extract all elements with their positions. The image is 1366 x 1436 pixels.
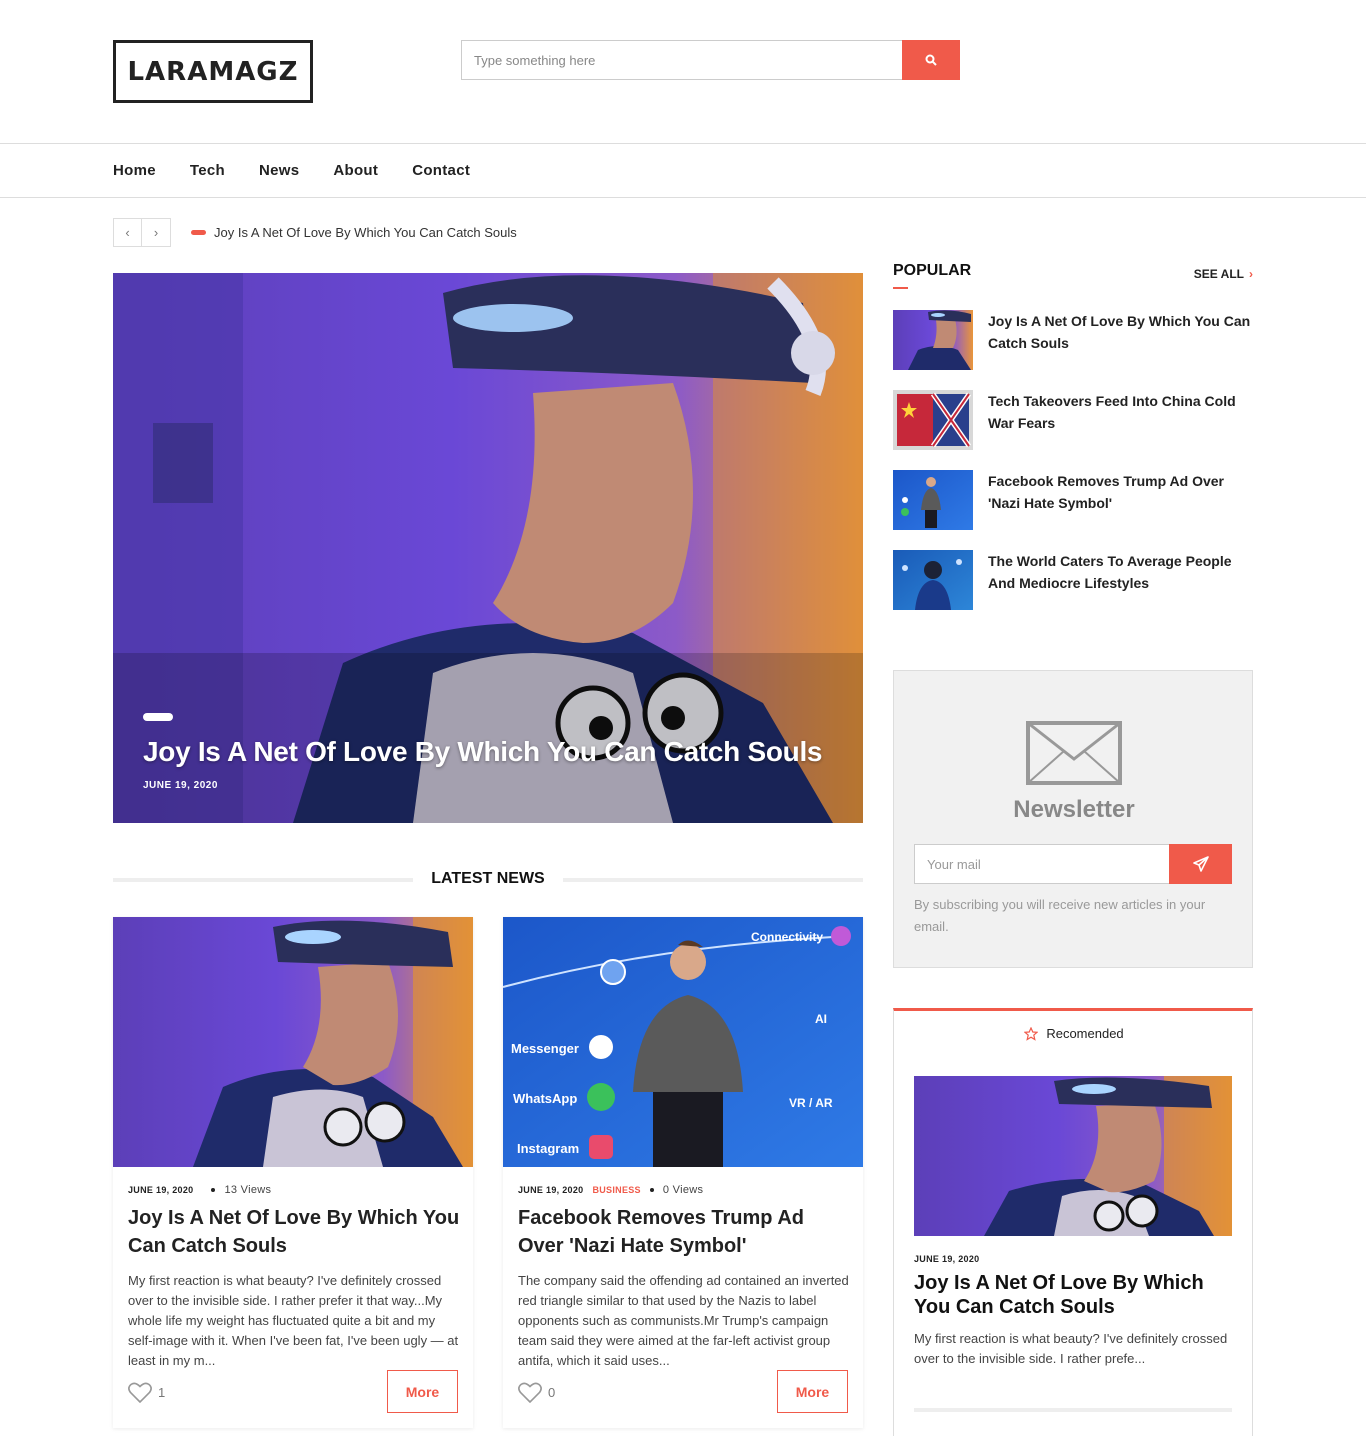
search-input[interactable] [461,40,902,80]
ticker-indicator [191,230,206,235]
card-excerpt: My first reaction is what beauty? I've d… [128,1273,459,1368]
more-button[interactable]: More [387,1370,458,1413]
heart-icon [518,1382,542,1403]
like-button[interactable]: 0 [518,1382,555,1403]
hero-date: JUNE 19, 2020 [143,780,218,791]
svg-text:Instagram: Instagram [517,1141,579,1156]
star-icon [1024,1026,1039,1041]
news-ticker: ‹ › Joy Is A Net Of Love By Which You Ca… [113,218,517,247]
card-meta: JUNE 19, 2020 13 Views [128,1184,271,1196]
ticker-headline[interactable]: Joy Is A Net Of Love By Which You Can Ca… [214,225,517,240]
popular-item-title[interactable]: Joy Is A Net Of Love By Which You Can Ca… [988,310,1253,354]
popular-item[interactable]: Facebook Removes Trump Ad Over 'Nazi Hat… [893,470,1253,530]
search-icon [925,54,937,66]
nav-tech[interactable]: Tech [190,162,225,179]
recommended-excerpt: My first reaction is what beauty? I've d… [914,1331,1228,1366]
card-meta: JUNE 19, 2020 BUSINESS 0 Views [518,1184,703,1196]
ticker-prev-button[interactable]: ‹ [113,218,142,247]
chevron-right-icon: › [153,225,159,240]
popular-item-title[interactable]: The World Caters To Average People And M… [988,550,1253,594]
section-title: LATEST NEWS [431,870,545,887]
envelope-icon [1026,721,1122,785]
hero-slide-indicator[interactable] [143,713,173,721]
like-count: 0 [548,1385,556,1400]
card-excerpt: The company said the offending ad contai… [518,1273,849,1368]
popular-item[interactable]: The World Caters To Average People And M… [893,550,1253,610]
svg-text:Messenger: Messenger [511,1041,579,1056]
nav-news[interactable]: News [259,162,299,179]
svg-text:Connectivity: Connectivity [751,930,823,944]
card-category[interactable]: BUSINESS [592,1185,640,1195]
card-image[interactable]: Connectivity Messenger WhatsApp Instagra… [503,917,863,1167]
main-nav: Home Tech News About Contact [113,144,470,197]
card-views: 0 Views [662,1184,704,1196]
chevron-right-icon: › [1249,267,1253,281]
popular-item-title[interactable]: Facebook Removes Trump Ad Over 'Nazi Hat… [988,470,1253,514]
recommended-date: JUNE 19, 2020 [914,1254,980,1264]
popular-thumb[interactable] [893,310,973,370]
news-card: JUNE 19, 2020 13 Views Joy Is A Net Of L… [113,917,473,1428]
popular-item[interactable]: Tech Takeovers Feed Into China Cold War … [893,390,1253,450]
recommended-box: Recomended JUNE 19, 2020 Joy Is A Net Of… [893,1008,1253,1436]
popular-thumb[interactable] [893,550,973,610]
news-card: Connectivity Messenger WhatsApp Instagra… [503,917,863,1428]
card-views: 13 Views [224,1184,272,1196]
popular-thumb[interactable] [893,390,973,450]
popular-header: POPULAR SEE ALL › [893,262,1253,289]
nav-about[interactable]: About [333,162,378,179]
chevron-left-icon: ‹ [125,225,130,240]
popular-thumb[interactable] [893,470,973,530]
bullet-icon [211,1188,216,1192]
newsletter-title: Newsletter [1013,796,1135,823]
heart-icon [128,1382,152,1403]
search-bar [461,40,960,80]
site-logo[interactable]: LARAMAGZ [113,40,313,103]
divider [914,1408,1232,1412]
recommended-header: Recomended [894,1026,1254,1041]
like-count: 1 [158,1385,166,1400]
see-all-link[interactable]: SEE ALL › [1194,267,1253,281]
paper-plane-icon [1192,856,1209,872]
bullet-icon [649,1188,654,1192]
nav-contact[interactable]: Contact [412,162,470,179]
hero-slide[interactable]: Joy Is A Net Of Love By Which You Can Ca… [113,273,863,823]
card-image[interactable] [113,917,473,1167]
recommended-article-title[interactable]: Joy Is A Net Of Love By Which You Can Ca… [914,1271,1232,1319]
ticker-next-button[interactable]: › [142,218,171,247]
email-field[interactable] [914,844,1169,884]
card-title[interactable]: Joy Is A Net Of Love By Which You Can Ca… [128,1204,463,1260]
svg-text:WhatsApp: WhatsApp [513,1091,577,1106]
newsletter-note: By subscribing you will receive new arti… [914,897,1206,934]
like-button[interactable]: 1 [128,1382,165,1403]
popular-item-title[interactable]: Tech Takeovers Feed Into China Cold War … [988,390,1253,434]
svg-text:VR / AR: VR / AR [789,1096,833,1110]
title-underline [893,287,908,289]
more-button[interactable]: More [777,1370,848,1413]
card-date: JUNE 19, 2020 [518,1185,584,1195]
newsletter-box: Newsletter By subscribing you will recei… [893,670,1253,968]
subscribe-button[interactable] [1169,844,1232,884]
hero-title[interactable]: Joy Is A Net Of Love By Which You Can Ca… [143,736,823,768]
newsletter-form [914,844,1232,884]
recommended-title: Recomended [1046,1026,1124,1041]
latest-news-heading: LATEST NEWS [113,868,863,890]
card-title[interactable]: Facebook Removes Trump Ad Over 'Nazi Hat… [518,1204,853,1260]
see-all-label: SEE ALL [1193,267,1244,281]
nav-home[interactable]: Home [113,162,156,179]
recommended-image[interactable] [914,1076,1232,1236]
card-date: JUNE 19, 2020 [128,1185,194,1195]
svg-text:AI: AI [815,1012,827,1026]
popular-item[interactable]: Joy Is A Net Of Love By Which You Can Ca… [893,310,1253,370]
search-button[interactable] [902,40,960,80]
main-navbar: Home Tech News About Contact [0,143,1366,198]
